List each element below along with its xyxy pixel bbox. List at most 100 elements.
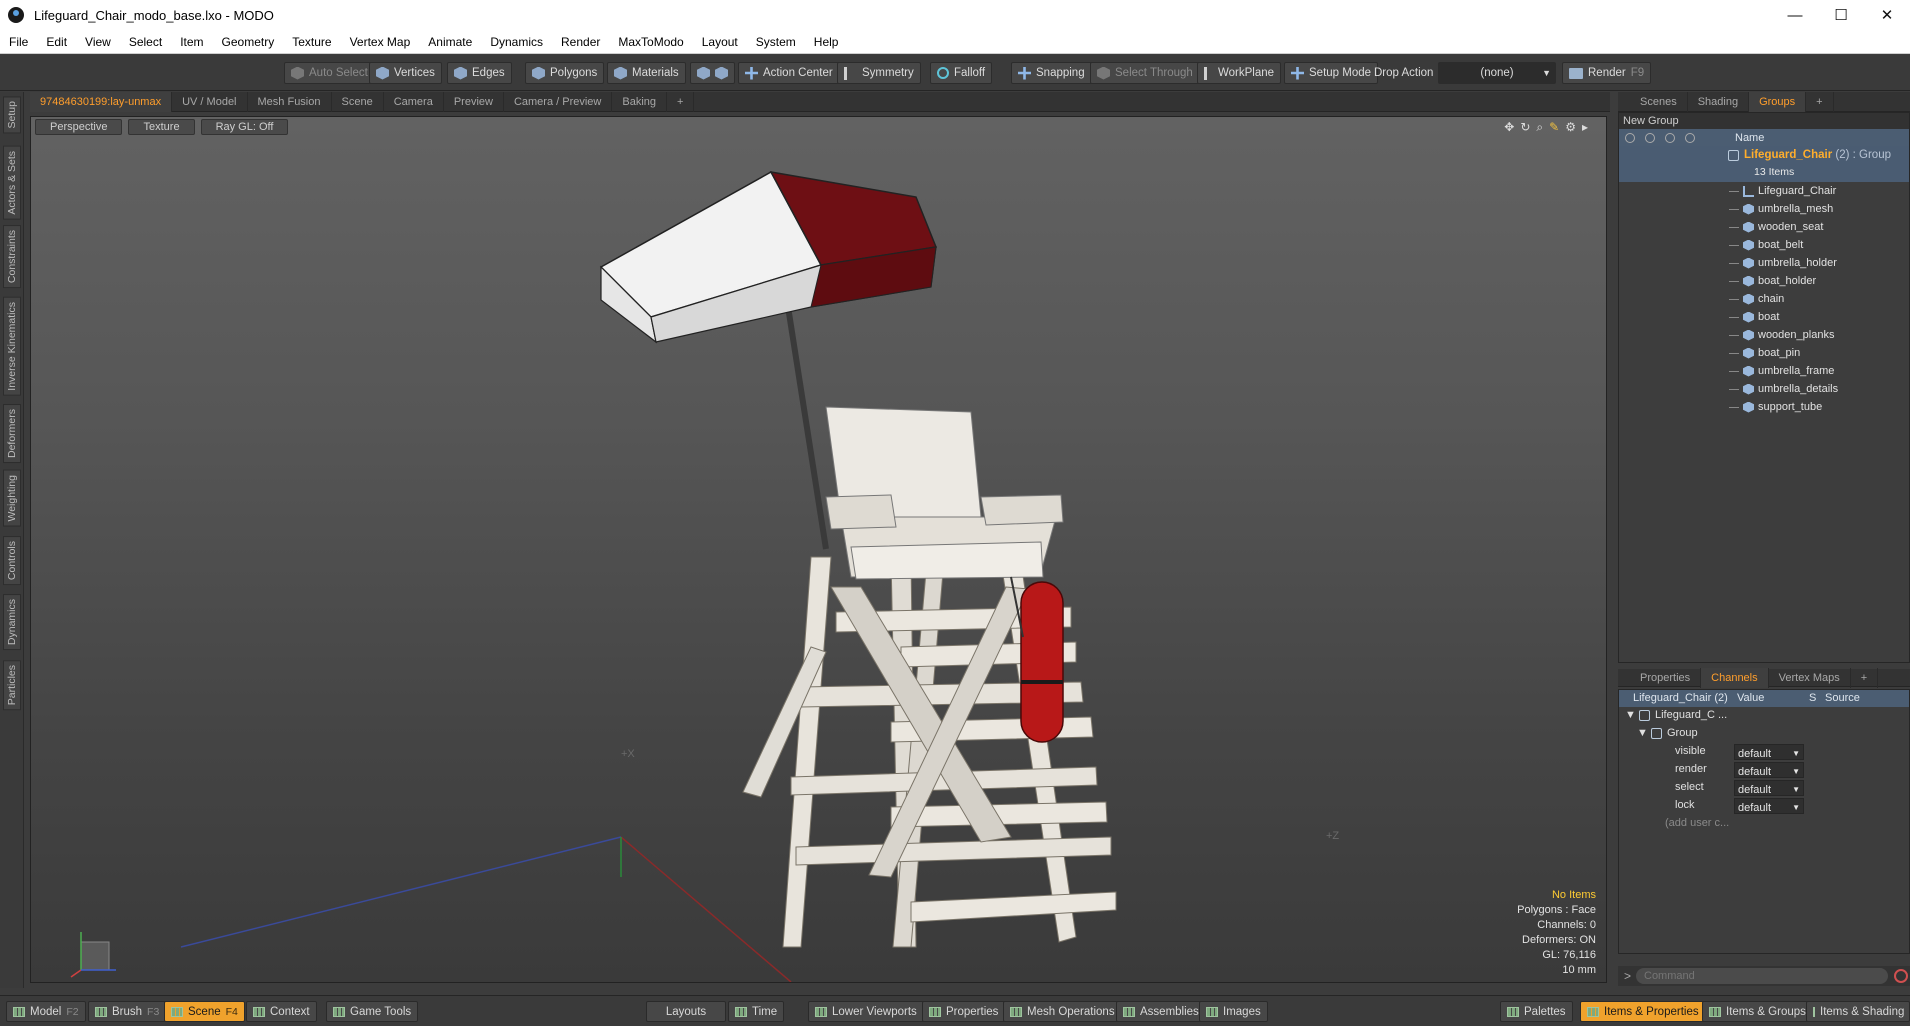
mesh-operations-button[interactable]: Mesh Operations	[1003, 1001, 1122, 1022]
edges-button[interactable]: Edges	[447, 62, 512, 84]
select-value-select[interactable]: default ▼	[1734, 780, 1804, 796]
list-item[interactable]: wooden_planks	[1619, 326, 1909, 344]
tab-constraints[interactable]: Constraints	[3, 225, 21, 289]
lock-value-select[interactable]: default ▼	[1734, 798, 1804, 814]
time-button[interactable]: Time	[728, 1001, 785, 1022]
channel-row-visible[interactable]: visible default ▼	[1619, 743, 1909, 761]
menu-vertex-map[interactable]: Vertex Map	[341, 35, 420, 49]
menu-view[interactable]: View	[76, 35, 120, 49]
workplane-button[interactable]: WorkPlane	[1197, 62, 1282, 84]
items-shading-button[interactable]: Items & Shading	[1806, 1001, 1910, 1022]
properties-button[interactable]: Properties	[922, 1001, 1006, 1022]
scene-tab-button[interactable]: Scene F4	[164, 1001, 245, 1022]
tab-lay-unmax[interactable]: 97484630199:lay-unmax	[30, 91, 173, 112]
tab-vertex-maps[interactable]: Vertex Maps	[1769, 667, 1851, 688]
channel-row-lock[interactable]: lock default ▼	[1619, 797, 1909, 815]
visibility-eye-icon[interactable]	[1625, 132, 1635, 143]
render-col-icon[interactable]	[1645, 132, 1655, 143]
palettes-button[interactable]: Palettes	[1500, 1001, 1573, 1022]
polygons-button[interactable]: Polygons	[525, 62, 605, 84]
vertices-button[interactable]: Vertices	[369, 62, 442, 84]
action-center-button[interactable]: Action Center	[738, 62, 840, 84]
menu-system[interactable]: System	[747, 35, 805, 49]
list-item[interactable]: umbrella_mesh	[1619, 200, 1909, 218]
assemblies-button[interactable]: Assemblies	[1116, 1001, 1206, 1022]
tab-groups[interactable]: Groups	[1749, 91, 1807, 112]
command-input[interactable]	[1636, 968, 1888, 984]
channel-row-select[interactable]: select default ▼	[1619, 779, 1909, 797]
tab-channels[interactable]: Channels	[1701, 667, 1769, 688]
minimize-button[interactable]: —	[1772, 0, 1818, 30]
channel-group-row[interactable]: ▼ Group	[1619, 725, 1909, 743]
list-item[interactable]: chain	[1619, 290, 1909, 308]
tab-actors-sets[interactable]: Actors & Sets	[3, 146, 21, 220]
setup-mode-button[interactable]: Setup Mode	[1284, 62, 1379, 84]
channel-row-render[interactable]: render default ▼	[1619, 761, 1909, 779]
menu-layout[interactable]: Layout	[693, 35, 747, 49]
new-group-button[interactable]: New Group	[1619, 113, 1909, 129]
model-tab-button[interactable]: Model F2	[6, 1001, 86, 1022]
tab-properties[interactable]: Properties	[1618, 667, 1702, 688]
tab-uv-model[interactable]: UV / Model	[172, 91, 248, 112]
list-item[interactable]: umbrella_frame	[1619, 362, 1909, 380]
list-item[interactable]: boat	[1619, 308, 1909, 326]
tab-mesh-fusion[interactable]: Mesh Fusion	[248, 91, 332, 112]
list-item[interactable]: boat_belt	[1619, 236, 1909, 254]
tab-scenes[interactable]: Scenes	[1618, 91, 1688, 112]
menu-animate[interactable]: Animate	[419, 35, 481, 49]
falloff-button[interactable]: Falloff	[930, 62, 993, 84]
lower-viewports-button[interactable]: Lower Viewports	[808, 1001, 924, 1022]
tab-camera-preview[interactable]: Camera / Preview	[504, 91, 613, 112]
select-through-button[interactable]: Select Through	[1090, 62, 1200, 84]
list-item[interactable]: boat_pin	[1619, 344, 1909, 362]
list-item[interactable]: boat_holder	[1619, 272, 1909, 290]
menu-geometry[interactable]: Geometry	[213, 35, 284, 49]
tab-deformers[interactable]: Deformers	[3, 404, 21, 464]
menu-select[interactable]: Select	[120, 35, 171, 49]
context-tab-button[interactable]: Context	[246, 1001, 317, 1022]
record-icon[interactable]	[1894, 969, 1908, 983]
list-item[interactable]: Lifeguard_Chair	[1619, 182, 1909, 200]
list-item[interactable]: wooden_seat	[1619, 218, 1909, 236]
visible-value-select[interactable]: default ▼	[1734, 744, 1804, 760]
add-tab-button[interactable]: +	[667, 91, 695, 112]
drop-action-select[interactable]: (none) ▼	[1438, 62, 1556, 84]
menu-help[interactable]: Help	[805, 35, 848, 49]
snapping-button[interactable]: Snapping	[1011, 62, 1092, 84]
render-value-select[interactable]: default ▼	[1734, 762, 1804, 778]
menu-item[interactable]: Item	[171, 35, 212, 49]
collapse-arrow-icon[interactable]: ▼	[1637, 727, 1648, 739]
shield-tools-button[interactable]	[690, 62, 735, 84]
tab-setup[interactable]: Setup	[3, 96, 21, 134]
tab-inverse-kinematics[interactable]: Inverse Kinematics	[3, 297, 21, 396]
materials-button[interactable]: Materials	[607, 62, 686, 84]
add-scene-tab-button[interactable]: +	[1806, 91, 1834, 112]
auto-select-button[interactable]: Auto Select	[284, 62, 375, 84]
lock-col-icon[interactable]	[1665, 132, 1675, 143]
render-button[interactable]: Render F9	[1562, 62, 1652, 84]
menu-maxtomodo[interactable]: MaxToModo	[609, 35, 692, 49]
tab-weighting[interactable]: Weighting	[3, 470, 21, 527]
brush-tab-button[interactable]: Brush F3	[88, 1001, 167, 1022]
collapse-arrow-icon[interactable]: ▼	[1625, 709, 1636, 721]
menu-edit[interactable]: Edit	[37, 35, 76, 49]
add-user-channel-row[interactable]: (add user c...	[1619, 815, 1909, 833]
tab-dynamics[interactable]: Dynamics	[3, 594, 21, 651]
tab-baking[interactable]: Baking	[612, 91, 668, 112]
select-col-icon[interactable]	[1685, 132, 1695, 143]
3d-viewport[interactable]: Perspective Texture Ray GL: Off ✥ ↻ ⌕ ✎ …	[30, 116, 1607, 983]
channel-root-row[interactable]: ▼ Lifeguard_C ...	[1619, 707, 1909, 725]
list-item[interactable]: umbrella_details	[1619, 380, 1909, 398]
group-row-lifeguard-chair[interactable]: Lifeguard_Chair (2) : Group 13 Items	[1619, 146, 1909, 182]
list-item[interactable]: support_tube	[1619, 398, 1909, 416]
menu-render[interactable]: Render	[552, 35, 609, 49]
game-tools-tab-button[interactable]: Game Tools	[326, 1001, 419, 1022]
symmetry-button[interactable]: Symmetry	[837, 62, 921, 84]
list-item[interactable]: umbrella_holder	[1619, 254, 1909, 272]
tab-shading[interactable]: Shading	[1688, 91, 1750, 112]
tab-camera[interactable]: Camera	[384, 91, 444, 112]
menu-dynamics[interactable]: Dynamics	[481, 35, 552, 49]
add-props-tab-button[interactable]: +	[1851, 667, 1879, 688]
menu-file[interactable]: File	[0, 35, 37, 49]
close-button[interactable]: ✕	[1864, 0, 1910, 30]
